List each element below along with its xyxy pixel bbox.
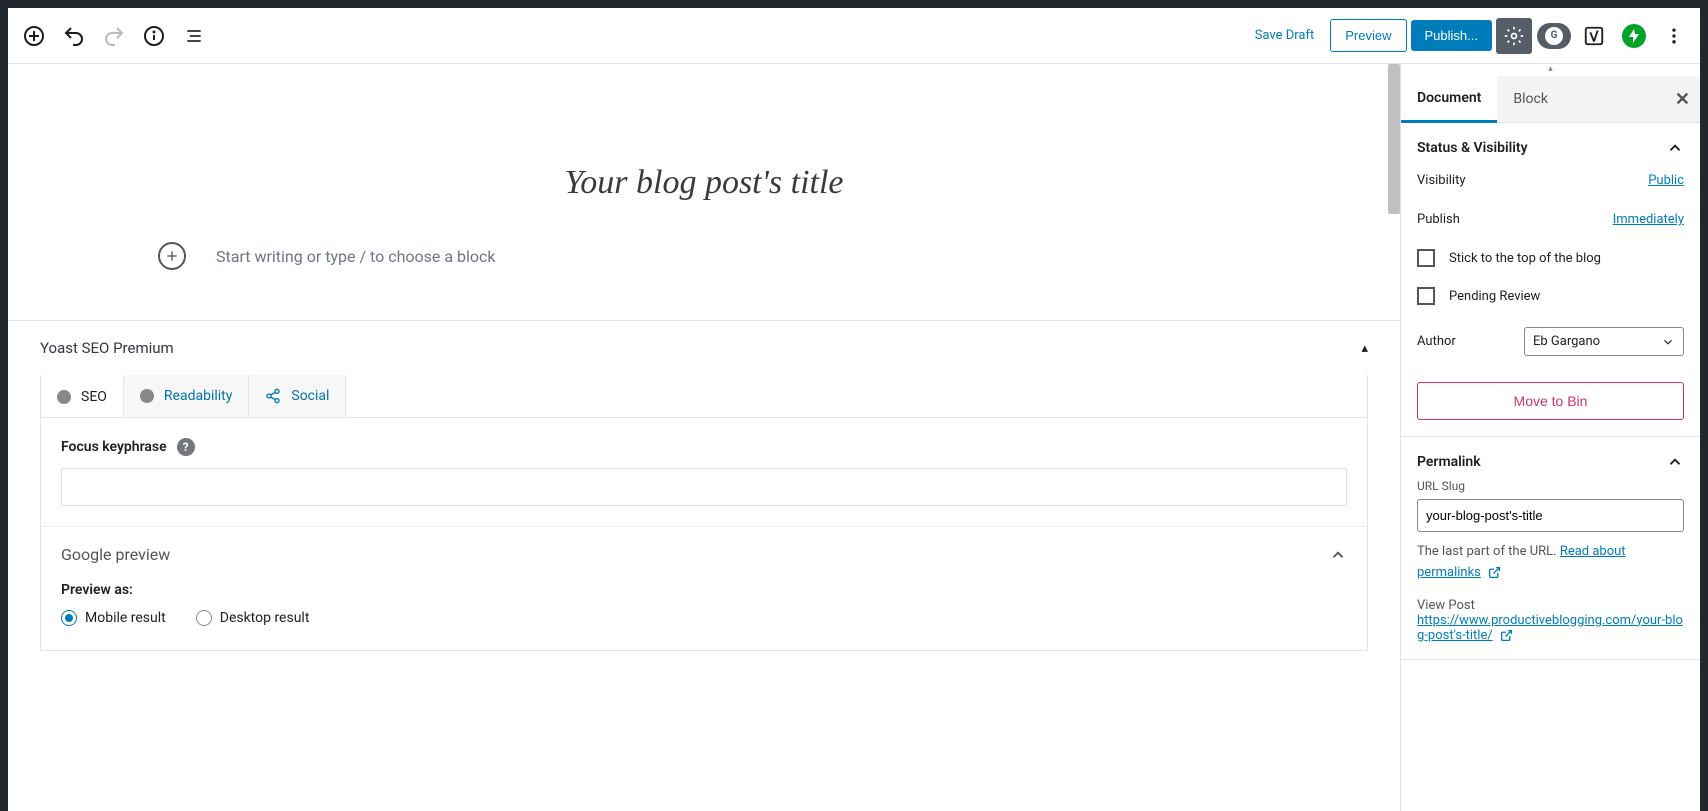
yoast-tab-seo-label: SEO [81, 389, 107, 405]
redo-button[interactable] [96, 18, 132, 54]
jetpack-button[interactable] [1616, 18, 1652, 54]
yoast-panel-title: Yoast SEO Premium [40, 339, 174, 357]
chevron-down-icon [1661, 335, 1675, 349]
undo-button[interactable] [56, 18, 92, 54]
yoast-panel-toggle[interactable]: Yoast SEO Premium ▴ [40, 321, 1368, 375]
stick-top-checkbox[interactable] [1417, 249, 1435, 267]
desktop-result-label: Desktop result [220, 610, 310, 626]
preview-button[interactable]: Preview [1330, 19, 1406, 52]
info-button[interactable] [136, 18, 172, 54]
seo-status-dot [57, 390, 71, 404]
status-visibility-title: Status & Visibility [1417, 140, 1528, 156]
permalink-title: Permalink [1417, 454, 1481, 470]
google-preview-toggle[interactable]: Google preview [41, 526, 1367, 582]
grammarly-button[interactable]: G [1536, 18, 1572, 54]
yoast-tab-readability-label: Readability [164, 388, 232, 404]
more-menu-button[interactable] [1656, 18, 1692, 54]
mobile-result-label: Mobile result [85, 610, 166, 626]
scroll-up-arrow[interactable]: ▴ [1401, 64, 1700, 76]
yoast-icon [1583, 25, 1605, 47]
add-block-inline-button[interactable] [158, 242, 186, 270]
lightning-icon [1628, 29, 1640, 43]
visibility-label: Visibility [1417, 173, 1466, 188]
help-icon[interactable]: ? [177, 438, 195, 456]
preview-as-label: Preview as: [41, 582, 1367, 610]
permalink-toggle[interactable]: Permalink [1417, 453, 1684, 471]
pending-review-label: Pending Review [1449, 289, 1540, 304]
visibility-value-link[interactable]: Public [1648, 173, 1684, 188]
yoast-tab-social[interactable]: Social [249, 375, 346, 417]
view-post-url-link[interactable]: https://www.productiveblogging.com/your-… [1417, 613, 1683, 643]
stick-top-label: Stick to the top of the blog [1449, 251, 1601, 266]
save-draft-link[interactable]: Save Draft [1243, 20, 1327, 51]
status-visibility-toggle[interactable]: Status & Visibility [1417, 139, 1684, 157]
readability-status-dot [140, 389, 154, 403]
focus-keyphrase-input[interactable] [61, 468, 1347, 506]
radio-unchecked-icon [196, 610, 212, 626]
preview-mobile-radio[interactable]: Mobile result [61, 610, 166, 626]
preview-desktop-radio[interactable]: Desktop result [196, 610, 310, 626]
focus-keyphrase-label: Focus keyphrase [61, 439, 167, 455]
add-block-button[interactable] [16, 18, 52, 54]
yoast-tab-readability[interactable]: Readability [124, 375, 249, 417]
chevron-up-icon [1666, 453, 1684, 471]
publish-value-link[interactable]: Immediately [1613, 212, 1684, 227]
yoast-button[interactable] [1576, 18, 1612, 54]
editor-area: Your blog post's title Start writing or … [8, 64, 1400, 811]
plus-icon [164, 248, 180, 264]
yoast-tab-social-label: Social [291, 388, 329, 404]
tab-block[interactable]: Block [1497, 77, 1564, 121]
permalink-desc-prefix: The last part of the URL. [1417, 544, 1560, 559]
share-icon [265, 388, 281, 404]
url-slug-input[interactable] [1417, 499, 1684, 532]
external-link-icon [1488, 566, 1501, 579]
publish-button[interactable]: Publish... [1411, 20, 1492, 51]
post-title-input[interactable]: Your blog post's title [68, 164, 1340, 202]
move-to-bin-button[interactable]: Move to Bin [1417, 382, 1684, 420]
publish-label: Publish [1417, 212, 1460, 227]
google-preview-label: Google preview [61, 545, 170, 564]
chevron-up-icon [1329, 546, 1347, 564]
more-vertical-icon [1664, 26, 1684, 46]
outline-button[interactable] [176, 18, 212, 54]
external-link-icon [1500, 629, 1513, 642]
top-toolbar: Save Draft Preview Publish... G [8, 8, 1700, 64]
author-select[interactable]: Eb Gargano [1524, 327, 1684, 356]
block-placeholder[interactable]: Start writing or type / to choose a bloc… [216, 247, 496, 266]
url-slug-label: URL Slug [1417, 479, 1684, 493]
close-sidebar-button[interactable]: ✕ [1675, 89, 1690, 110]
settings-sidebar: ▴ Document Block ✕ Status & Visibility V… [1400, 64, 1700, 811]
author-label: Author [1417, 334, 1456, 349]
chevron-up-icon: ▴ [1361, 341, 1368, 356]
view-post-label: View Post [1417, 598, 1475, 613]
editor-scrollbar[interactable] [1388, 64, 1400, 214]
yoast-tab-seo[interactable]: SEO [41, 375, 124, 417]
author-value: Eb Gargano [1533, 334, 1600, 349]
settings-button[interactable] [1496, 18, 1532, 54]
gear-icon [1504, 26, 1524, 46]
radio-checked-icon [61, 610, 77, 626]
tab-document[interactable]: Document [1401, 76, 1497, 123]
chevron-up-icon [1666, 139, 1684, 157]
pending-review-checkbox[interactable] [1417, 287, 1435, 305]
